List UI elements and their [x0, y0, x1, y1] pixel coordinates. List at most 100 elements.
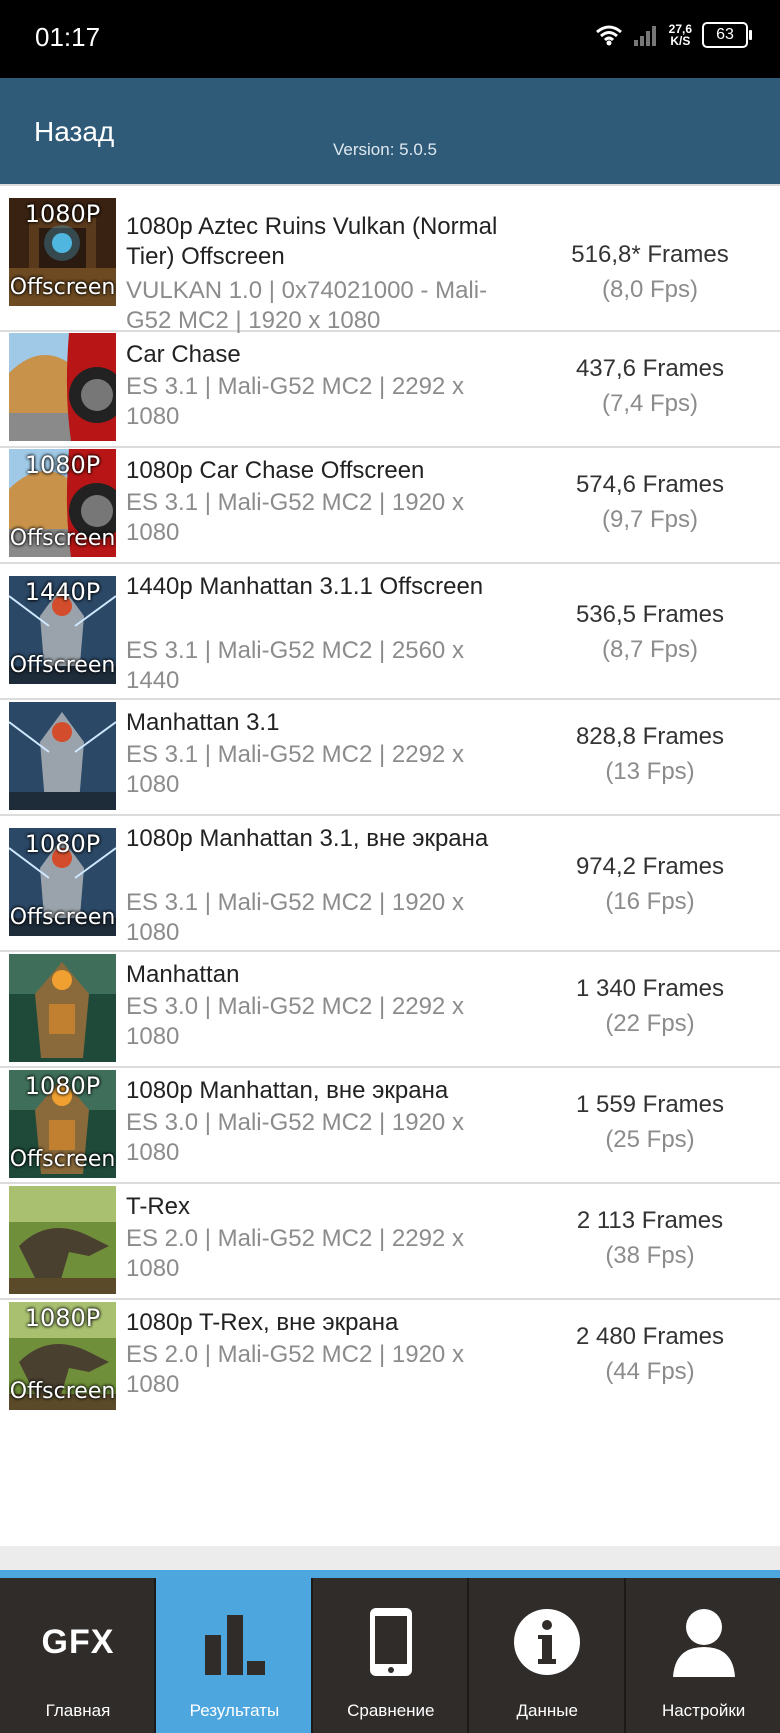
offscreen-badge: Offscreen — [9, 653, 116, 678]
version-label: Version: 5.0.5 — [333, 140, 437, 159]
offscreen-badge: Offscreen — [9, 1379, 116, 1404]
score-frames: 437,6 Frames — [575, 355, 725, 382]
test-details: ES 3.1 | Mali-G52 MC2 | 2560 x 1440 — [126, 637, 464, 694]
test-title: T-Rex — [126, 1193, 191, 1220]
score-fps: (25 Fps) — [605, 1126, 695, 1153]
signal-icon — [633, 26, 656, 46]
test-details: ES 3.1 | Mali-G52 MC2 | 1920 x 1080 — [126, 489, 464, 546]
network-speed: 27,6 K/S — [668, 22, 692, 48]
bar-chart-icon — [156, 1602, 312, 1682]
bottom-navigation: GFX Главная Результаты Сравнение Данные … — [0, 1578, 780, 1733]
test-thumbnail — [9, 702, 116, 810]
score-fps: (7,4 Fps) — [601, 390, 699, 417]
list-item[interactable]: 1080P Offscreen 1080p T-Rex, вне экрана … — [0, 1298, 780, 1414]
list-item[interactable]: Car Chase ES 3.1 | Mali-G52 MC2 | 2292 x… — [0, 330, 780, 448]
list-item[interactable]: 1080P Offscreen 1080p Aztec Ruins Vulkan… — [0, 194, 780, 334]
list-item[interactable]: Manhattan 3.1 ES 3.1 | Mali-G52 MC2 | 22… — [0, 698, 780, 816]
results-list[interactable]: 1080P Offscreen 1080p Aztec Ruins Vulkan… — [0, 184, 780, 1546]
offscreen-badge: Offscreen — [9, 526, 116, 551]
test-title: 1080p T-Rex, вне экрана — [126, 1309, 399, 1336]
app-header: Назад Version: 5.0.5 — [0, 78, 780, 184]
nav-settings[interactable]: Настройки — [626, 1578, 780, 1733]
nav-compare[interactable]: Сравнение — [313, 1578, 470, 1733]
list-item[interactable]: 1080P Offscreen 1080p Manhattan, вне экр… — [0, 1066, 780, 1184]
resolution-badge: 1440P — [24, 578, 101, 606]
list-item[interactable]: 1080P Offscreen 1080p Manhattan 3.1, вне… — [0, 814, 780, 952]
score-frames: 2 113 Frames — [576, 1207, 724, 1234]
test-thumbnail — [9, 954, 116, 1062]
test-title: 1080p Car Chase Offscreen — [126, 457, 425, 484]
test-details: ES 2.0 | Mali-G52 MC2 | 2292 x 1080 — [126, 1225, 464, 1282]
battery-icon: 63 — [702, 22, 752, 48]
test-details: ES 3.0 | Mali-G52 MC2 | 1920 x 1080 — [126, 1109, 464, 1166]
list-item[interactable] — [0, 184, 780, 186]
test-details: ES 3.1 | Mali-G52 MC2 | 1920 x 1080 — [126, 889, 464, 946]
test-details: VULKAN 1.0 | 0x74021000 - Mali-G52 MC2 |… — [126, 277, 488, 334]
resolution-badge: 1080P — [24, 1072, 101, 1100]
test-details: ES 3.1 | Mali-G52 MC2 | 2292 x 1080 — [126, 741, 464, 798]
list-footer-spacer — [0, 1546, 780, 1570]
nav-label: Данные — [516, 1701, 578, 1720]
score-fps: (16 Fps) — [605, 888, 695, 915]
resolution-badge: 1080P — [24, 1304, 101, 1332]
score-frames: 2 480 Frames — [575, 1323, 725, 1350]
info-icon — [469, 1602, 625, 1682]
test-title: 1080p Manhattan, вне экрана — [126, 1077, 449, 1104]
nav-label: Главная — [45, 1701, 111, 1720]
score-frames: 536,5 Frames — [575, 601, 725, 628]
test-details: ES 2.0 | Mali-G52 MC2 | 1920 x 1080 — [126, 1341, 464, 1398]
nav-label: Сравнение — [347, 1701, 435, 1720]
test-details: ES 3.0 | Mali-G52 MC2 | 2292 x 1080 — [126, 993, 464, 1050]
score-fps: (8,7 Fps) — [601, 636, 699, 663]
status-time: 01:17 — [35, 22, 101, 52]
test-details: ES 3.1 | Mali-G52 MC2 | 2292 x 1080 — [126, 373, 464, 430]
test-title: Manhattan 3.1 — [126, 709, 280, 736]
user-icon — [626, 1602, 780, 1682]
list-item[interactable]: 1440P Offscreen 1440p Manhattan 3.1.1 Of… — [0, 562, 780, 700]
resolution-badge: 1080P — [24, 200, 101, 228]
score-frames: 1 559 Frames — [575, 1091, 725, 1118]
nav-info[interactable]: Данные — [469, 1578, 626, 1733]
list-item[interactable]: Manhattan ES 3.0 | Mali-G52 MC2 | 2292 x… — [0, 950, 780, 1068]
nav-home[interactable]: GFX Главная — [0, 1578, 157, 1733]
offscreen-badge: Offscreen — [9, 1147, 116, 1172]
test-thumbnail: 1080P Offscreen — [9, 449, 116, 557]
nav-accent-bar — [0, 1570, 780, 1578]
nav-results[interactable]: Результаты — [156, 1578, 313, 1733]
test-thumbnail: 1080P Offscreen — [9, 828, 116, 936]
test-title: 1080p Aztec Ruins Vulkan (Normal Tier) O… — [126, 213, 498, 270]
score-fps: (9,7 Fps) — [601, 506, 699, 533]
resolution-badge: 1080P — [24, 830, 101, 858]
phone-icon — [313, 1602, 469, 1682]
test-title: Manhattan — [126, 961, 240, 988]
resolution-badge: 1080P — [24, 451, 101, 479]
offscreen-badge: Offscreen — [9, 905, 116, 930]
score-fps: (22 Fps) — [605, 1010, 695, 1037]
status-bar: 01:17 27,6 K/S 63 — [0, 0, 780, 78]
wifi-icon — [595, 25, 622, 46]
score-fps: (38 Fps) — [605, 1242, 695, 1269]
score-frames: 516,8* Frames — [571, 241, 729, 268]
test-thumbnail: 1440P Offscreen — [9, 576, 116, 684]
test-thumbnail: 1080P Offscreen — [9, 198, 116, 306]
nav-label: Настройки — [661, 1701, 746, 1720]
score-frames: 828,8 Frames — [575, 723, 725, 750]
score-frames: 974,2 Frames — [575, 853, 725, 880]
list-item[interactable]: 1080P Offscreen 1080p Car Chase Offscree… — [0, 446, 780, 564]
offscreen-badge: Offscreen — [9, 275, 116, 300]
score-fps: (44 Fps) — [605, 1358, 695, 1385]
back-button[interactable]: Назад — [34, 116, 114, 148]
score-fps: (8,0 Fps) — [601, 276, 699, 303]
list-item[interactable]: T-Rex ES 2.0 | Mali-G52 MC2 | 2292 x 108… — [0, 1182, 780, 1300]
score-frames: 574,6 Frames — [575, 471, 725, 498]
test-title: 1080p Manhattan 3.1, вне экрана — [126, 825, 489, 852]
test-thumbnail — [9, 1186, 116, 1294]
test-title: Car Chase — [126, 341, 241, 368]
score-frames: 1 340 Frames — [575, 975, 725, 1002]
test-thumbnail: 1080P Offscreen — [9, 1302, 116, 1410]
status-icons: 27,6 K/S 63 — [595, 22, 752, 48]
test-thumbnail — [9, 333, 116, 441]
nav-label: Результаты — [189, 1701, 280, 1720]
score-fps: (13 Fps) — [605, 758, 695, 785]
gfx-logo-icon: GFX — [41, 1622, 115, 1661]
